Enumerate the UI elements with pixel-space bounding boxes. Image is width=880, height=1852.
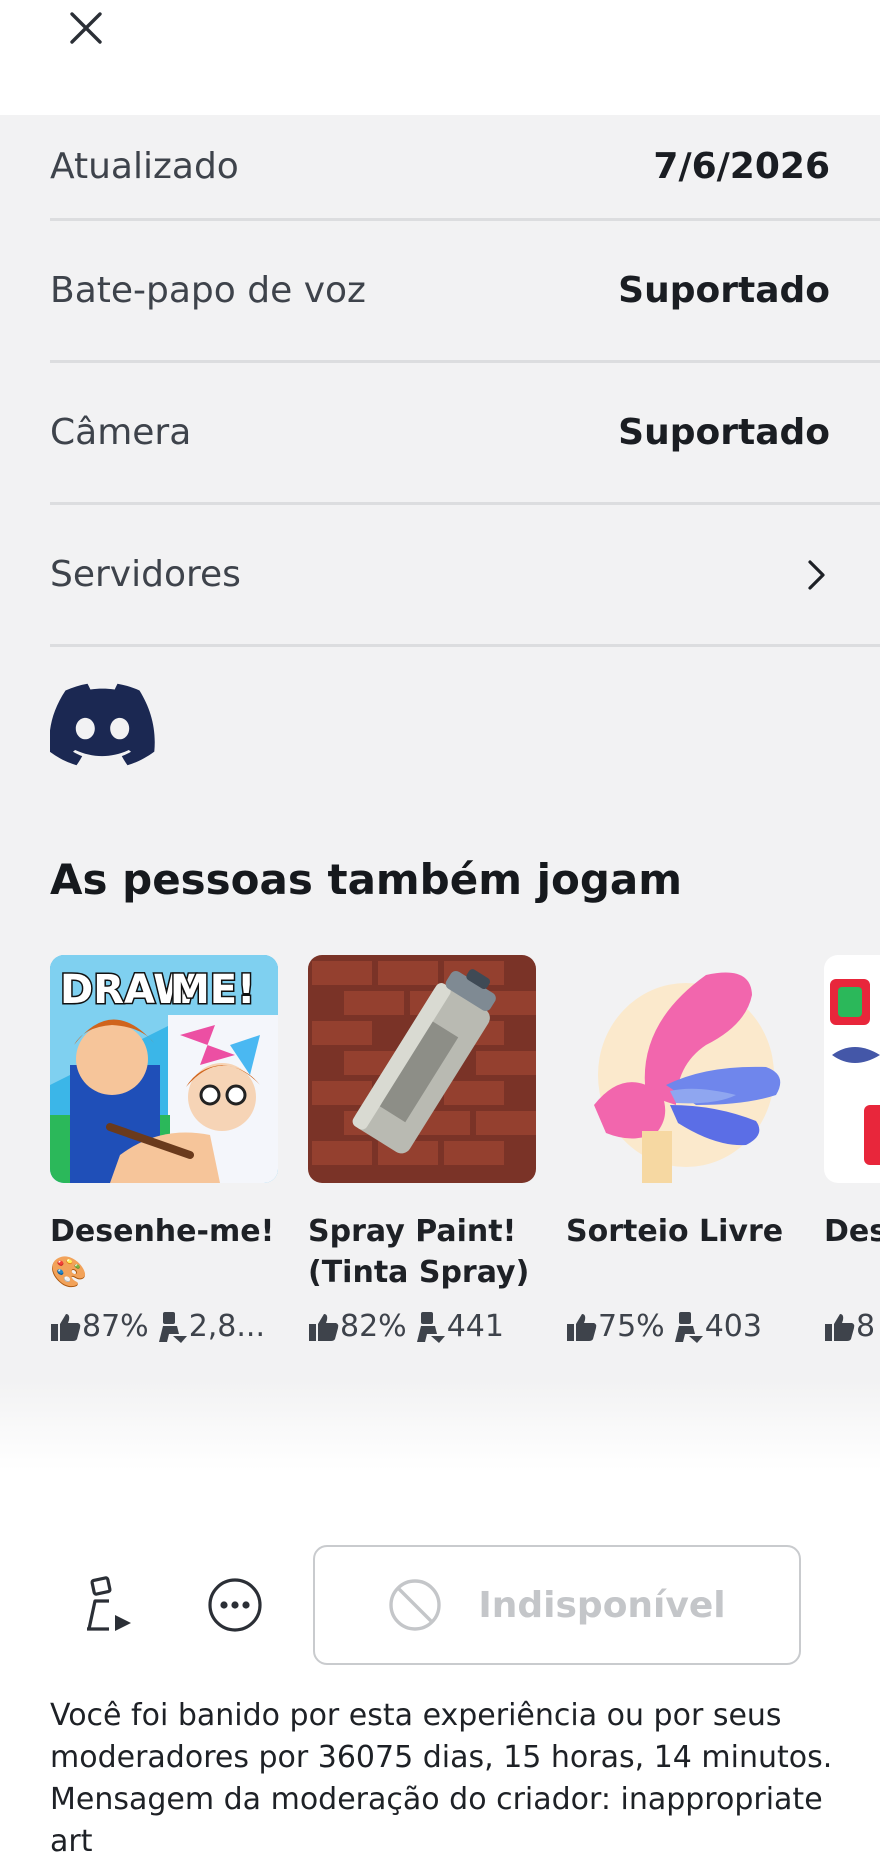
thumbs-up-icon bbox=[825, 1313, 855, 1341]
rating-value: 82% bbox=[340, 1309, 407, 1344]
game-card[interactable]: Spray Paint! (Tinta Spray) 82% 441 bbox=[308, 955, 536, 1344]
game-name: Desenhe-me! 🎨 bbox=[50, 1214, 275, 1290]
discord-link[interactable] bbox=[49, 683, 156, 767]
rating-value: 75% bbox=[598, 1309, 665, 1344]
game-stats: 75% 403 bbox=[566, 1309, 794, 1344]
ban-message: Você foi banido por esta experiência ou … bbox=[50, 1698, 833, 1852]
players-icon bbox=[416, 1311, 445, 1343]
detail-value: 7/6/2026 bbox=[653, 146, 830, 187]
detail-value: Suportado bbox=[618, 412, 830, 453]
players-value: 441 bbox=[446, 1309, 504, 1344]
game-card[interactable]: Sorteio Livre 75% 403 bbox=[566, 955, 794, 1344]
bottom-fade bbox=[0, 1380, 880, 1470]
game-thumbnail bbox=[824, 955, 880, 1183]
game-name: Sorteio Livre bbox=[566, 1214, 784, 1249]
detail-label: Bate-papo de voz bbox=[50, 270, 366, 311]
rating-value: 8 bbox=[856, 1309, 876, 1344]
game-thumbnail bbox=[308, 955, 536, 1183]
servers-label: Servidores bbox=[50, 554, 241, 595]
discord-icon bbox=[49, 683, 155, 766]
recommended-games-carousel[interactable]: DRAW ME! Desenhe-me! 🎨 87% 2,8... Spray … bbox=[50, 955, 880, 1375]
detail-row-voice-chat: Bate-papo de voz Suportado bbox=[50, 221, 880, 363]
avatar-switch-icon bbox=[87, 1576, 131, 1631]
game-thumbnail: DRAW ME! bbox=[50, 955, 278, 1183]
section-title: As pessoas também jogam bbox=[50, 855, 683, 904]
more-options-icon bbox=[208, 1578, 262, 1632]
game-name: Spray Paint! (Tinta Spray) bbox=[308, 1214, 530, 1290]
detail-label: Câmera bbox=[50, 412, 192, 453]
avatar-switch-button[interactable] bbox=[72, 1570, 142, 1640]
unavailable-label: Indisponível bbox=[478, 1584, 726, 1626]
chevron-right-icon bbox=[808, 559, 825, 590]
players-value: 403 bbox=[704, 1309, 762, 1344]
game-stats: 87% 2,8... bbox=[50, 1309, 278, 1344]
thumbs-up-icon bbox=[51, 1313, 81, 1341]
game-stats: 8 bbox=[824, 1309, 880, 1344]
detail-row-camera: Câmera Suportado bbox=[50, 363, 880, 505]
game-name: Des Doe bbox=[824, 1214, 880, 1249]
close-icon bbox=[70, 12, 102, 44]
detail-value: Suportado bbox=[618, 270, 830, 311]
rating-value: 87% bbox=[82, 1309, 149, 1344]
svg-text:ME!: ME! bbox=[170, 967, 255, 1013]
servers-row[interactable]: Servidores bbox=[50, 505, 880, 647]
game-stats: 82% 441 bbox=[308, 1309, 536, 1344]
detail-row-updated: Atualizado 7/6/2026 bbox=[50, 115, 880, 221]
close-button[interactable] bbox=[62, 4, 110, 52]
experience-details: Atualizado 7/6/2026 Bate-papo de voz Sup… bbox=[50, 115, 880, 647]
players-icon bbox=[674, 1311, 703, 1343]
players-value: 2,8... bbox=[188, 1309, 266, 1344]
blocked-icon bbox=[389, 1579, 442, 1631]
thumbs-up-icon bbox=[567, 1313, 597, 1341]
game-card[interactable]: Des Doe 8 bbox=[824, 955, 880, 1344]
top-bar bbox=[0, 0, 880, 115]
unavailable-button[interactable]: Indisponível bbox=[313, 1545, 801, 1665]
thumbs-up-icon bbox=[309, 1313, 339, 1341]
more-options-button[interactable] bbox=[200, 1570, 270, 1640]
players-icon bbox=[158, 1311, 187, 1343]
game-card[interactable]: DRAW ME! Desenhe-me! 🎨 87% 2,8... bbox=[50, 955, 278, 1344]
detail-label: Atualizado bbox=[50, 146, 239, 187]
game-thumbnail bbox=[566, 955, 794, 1183]
